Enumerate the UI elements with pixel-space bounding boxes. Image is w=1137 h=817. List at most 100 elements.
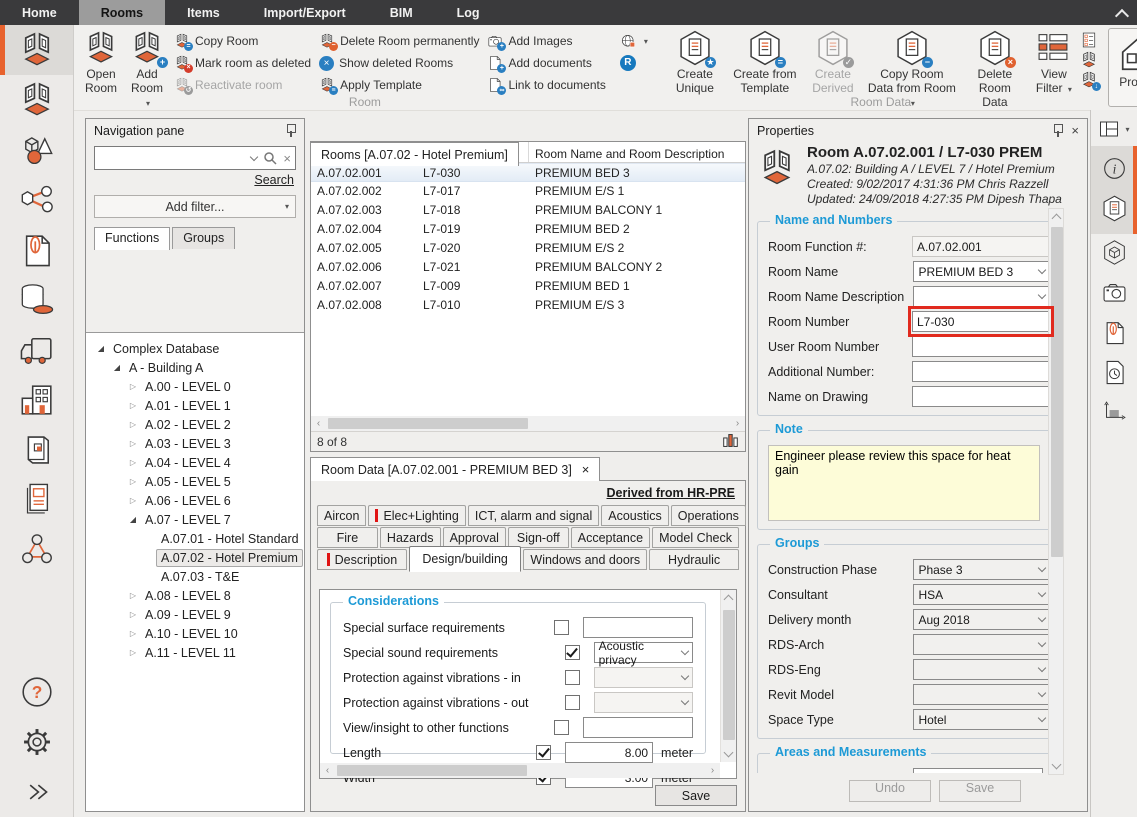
room-number-input[interactable]	[912, 311, 1050, 332]
table-row[interactable]: A.07.02.005L7-020PREMIUM E/S 2	[311, 239, 745, 258]
rds-eng-select[interactable]	[913, 659, 1050, 680]
tree-expand-icon[interactable]: ▷	[126, 420, 140, 429]
tree-item[interactable]: A.07.01 - Hotel Standard	[86, 529, 304, 548]
tree-item[interactable]: ▷A.01 - LEVEL 1	[86, 396, 304, 415]
consultant-select[interactable]: HSA	[913, 584, 1050, 605]
copy-room-button[interactable]: = Copy Room	[170, 31, 315, 51]
pin-icon[interactable]	[285, 124, 296, 137]
dropdown-caret-icon[interactable]: ▾	[1125, 125, 1129, 134]
apply-template-button[interactable]: ≡ Apply Template	[315, 75, 483, 95]
room-data-sync-down-icon[interactable]: ↓	[1080, 71, 1098, 89]
tab-hazards[interactable]: Hazards	[380, 527, 441, 548]
delivery-month-select[interactable]: Aug 2018	[913, 609, 1050, 630]
form-horizontal-scrollbar[interactable]: ‹ ›	[320, 763, 720, 778]
menu-tab-log[interactable]: Log	[435, 0, 502, 25]
tree-item[interactable]: ▷A.06 - LEVEL 6	[86, 491, 304, 510]
checkbox-checked[interactable]	[565, 645, 580, 660]
checkbox[interactable]	[565, 670, 580, 685]
column-header-room-name[interactable]: Room Name and Room Description	[529, 142, 745, 162]
tab-description[interactable]: Description	[317, 549, 407, 570]
scroll-left-icon[interactable]: ‹	[320, 763, 335, 778]
menu-tab-rooms[interactable]: Rooms	[79, 0, 165, 25]
sidebar-expand[interactable]	[0, 767, 73, 817]
tree-item[interactable]: ▷A.05 - LEVEL 5	[86, 472, 304, 491]
menu-tab-bim[interactable]: BIM	[368, 0, 435, 25]
room-name-description-select[interactable]	[913, 286, 1050, 307]
scrollbar-thumb[interactable]	[723, 610, 735, 740]
tree-item[interactable]: ▷A.00 - LEVEL 0	[86, 377, 304, 396]
table-row[interactable]: A.07.02.007L7-009PREMIUM BED 1	[311, 277, 745, 296]
scroll-down-icon[interactable]	[724, 748, 734, 758]
properties-vertical-scrollbar[interactable]	[1048, 208, 1064, 775]
tree-expand-icon[interactable]: ▷	[126, 648, 140, 657]
room-data-sync-up-icon[interactable]	[1080, 51, 1098, 69]
tree-expand-icon[interactable]: ▷	[126, 439, 140, 448]
save-button[interactable]: Save	[655, 785, 737, 806]
tree-expand-icon[interactable]: ▷	[126, 629, 140, 638]
tree-collapse-icon[interactable]: ◢	[110, 363, 124, 372]
room-data-tab[interactable]: Room Data [A.07.02.001 - PREMIUM BED 3] …	[310, 457, 600, 481]
tree-expand-icon[interactable]: ▷	[126, 496, 140, 505]
additional-number-input[interactable]	[912, 361, 1050, 382]
scroll-down-icon[interactable]	[1052, 760, 1062, 770]
link-to-documents-button[interactable]: ∞ Link to documents	[483, 75, 609, 95]
tab-history[interactable]	[1101, 359, 1128, 389]
search-input[interactable]	[99, 151, 245, 165]
tree-expand-icon[interactable]: ▷	[126, 610, 140, 619]
scrollbar-thumb[interactable]	[328, 418, 528, 429]
tab-info[interactable]	[1101, 155, 1128, 185]
sidebar-item-buildings[interactable]	[0, 375, 73, 425]
tab-attachments[interactable]	[1101, 319, 1128, 349]
menu-tab-import-export[interactable]: Import/Export	[242, 0, 368, 25]
delete-room-permanently-button[interactable]: − Delete Room permanently	[315, 31, 483, 51]
tab-ict-alarm-signal[interactable]: ICT, alarm and signal	[468, 505, 599, 526]
scroll-up-icon[interactable]	[724, 595, 734, 605]
rds-arch-select[interactable]	[913, 634, 1050, 655]
view-filter-button[interactable]: View Filter ▾	[1028, 27, 1080, 99]
tab-functions[interactable]: Functions	[94, 227, 170, 250]
tree-item[interactable]: ▷A.08 - LEVEL 8	[86, 586, 304, 605]
web-button[interactable]: ▾	[616, 31, 652, 51]
clear-search-icon[interactable]: ×	[283, 151, 291, 166]
tab-hydraulic[interactable]: Hydraulic	[649, 549, 739, 570]
room-name-select[interactable]: PREMIUM BED 3	[913, 261, 1050, 282]
project-button[interactable]: Project	[1108, 28, 1137, 107]
tree-item[interactable]: ▷A.03 - LEVEL 3	[86, 434, 304, 453]
checkbox-checked[interactable]	[536, 745, 551, 760]
tree-item[interactable]: ◢A - Building A	[86, 358, 304, 377]
create-from-template-button[interactable]: = Create from Template	[726, 27, 804, 99]
revit-model-select[interactable]	[913, 684, 1050, 705]
name-on-drawing-input[interactable]	[912, 386, 1050, 407]
sidebar-item-documents[interactable]	[0, 225, 73, 275]
search-link[interactable]: Search	[96, 173, 294, 187]
revit-button[interactable]: R	[616, 53, 652, 73]
tree-item[interactable]: ▷A.04 - LEVEL 4	[86, 453, 304, 472]
tree-expand-icon[interactable]: ▷	[126, 591, 140, 600]
mark-room-deleted-button[interactable]: × Mark room as deleted	[170, 53, 315, 73]
tab-images[interactable]	[1101, 279, 1128, 309]
tab-model-check[interactable]: Model Check	[652, 527, 739, 548]
tab-elec-lighting[interactable]: Elec+Lighting	[368, 505, 465, 526]
table-row[interactable]: A.07.02.004L7-019PREMIUM BED 2	[311, 220, 745, 239]
tab-operations[interactable]: Operations	[671, 505, 746, 526]
tab-fire[interactable]: Fire	[317, 527, 378, 548]
tab-room-data-sheet[interactable]	[1101, 195, 1128, 225]
sidebar-item-rooms[interactable]	[0, 25, 73, 75]
special-sound-select[interactable]: Acoustic privacy	[594, 642, 693, 663]
tree-item[interactable]: ▷A.09 - LEVEL 9	[86, 605, 304, 624]
add-images-button[interactable]: + Add Images	[483, 31, 609, 51]
user-room-number-input[interactable]	[912, 336, 1050, 357]
tab-bim-model[interactable]	[1101, 239, 1128, 269]
note-textarea[interactable]: Engineer please review this space for he…	[768, 445, 1040, 521]
layout-icon[interactable]	[1098, 118, 1120, 140]
room-data-report-icon[interactable]	[1080, 31, 1098, 49]
menu-tab-home[interactable]: Home	[0, 0, 79, 25]
collapse-ribbon-icon[interactable]	[1117, 8, 1127, 18]
tree-item[interactable]: ◢Complex Database	[86, 339, 304, 358]
sidebar-item-product-catalog[interactable]	[0, 425, 73, 475]
search-icon[interactable]	[263, 151, 277, 165]
tree-item[interactable]: ◢A.07 - LEVEL 7	[86, 510, 304, 529]
create-unique-button[interactable]: ★ Create Unique	[664, 27, 726, 99]
table-row[interactable]: A.07.02.002L7-017PREMIUM E/S 1	[311, 182, 745, 201]
table-row[interactable]: A.07.02.008L7-010PREMIUM E/S 3	[311, 296, 745, 315]
